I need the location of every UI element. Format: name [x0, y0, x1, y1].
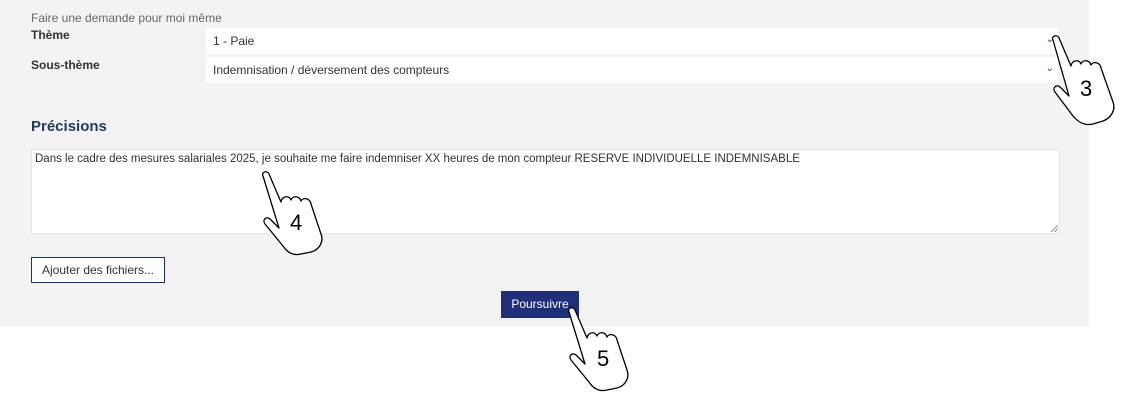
step-4-label: 4: [290, 210, 303, 235]
request-form-panel: Faire une demande pour moi même Thème 1 …: [0, 0, 1089, 326]
theme-select-value: 1 - Paie: [213, 34, 255, 48]
theme-select[interactable]: 1 - Paie ⌄: [206, 28, 1058, 54]
add-files-button[interactable]: Ajouter des fichiers...: [31, 257, 165, 283]
for-me-label: Faire une demande pour moi même: [31, 11, 222, 25]
step-5-label: 5: [597, 346, 610, 371]
details-textarea-value: Dans le cadre des mesures salariales 202…: [35, 153, 800, 165]
step-3-label: 3: [1080, 76, 1093, 101]
details-textarea[interactable]: Dans le cadre des mesures salariales 202…: [31, 149, 1060, 234]
subtheme-select-value: Indemnisation / déversement des compteur…: [213, 63, 450, 77]
subtheme-label: Sous-thème: [31, 58, 100, 72]
theme-label: Thème: [31, 28, 70, 42]
details-title: Précisions: [31, 118, 107, 135]
resize-grip-icon[interactable]: [1051, 225, 1058, 232]
subtheme-select[interactable]: Indemnisation / déversement des compteur…: [206, 57, 1058, 83]
